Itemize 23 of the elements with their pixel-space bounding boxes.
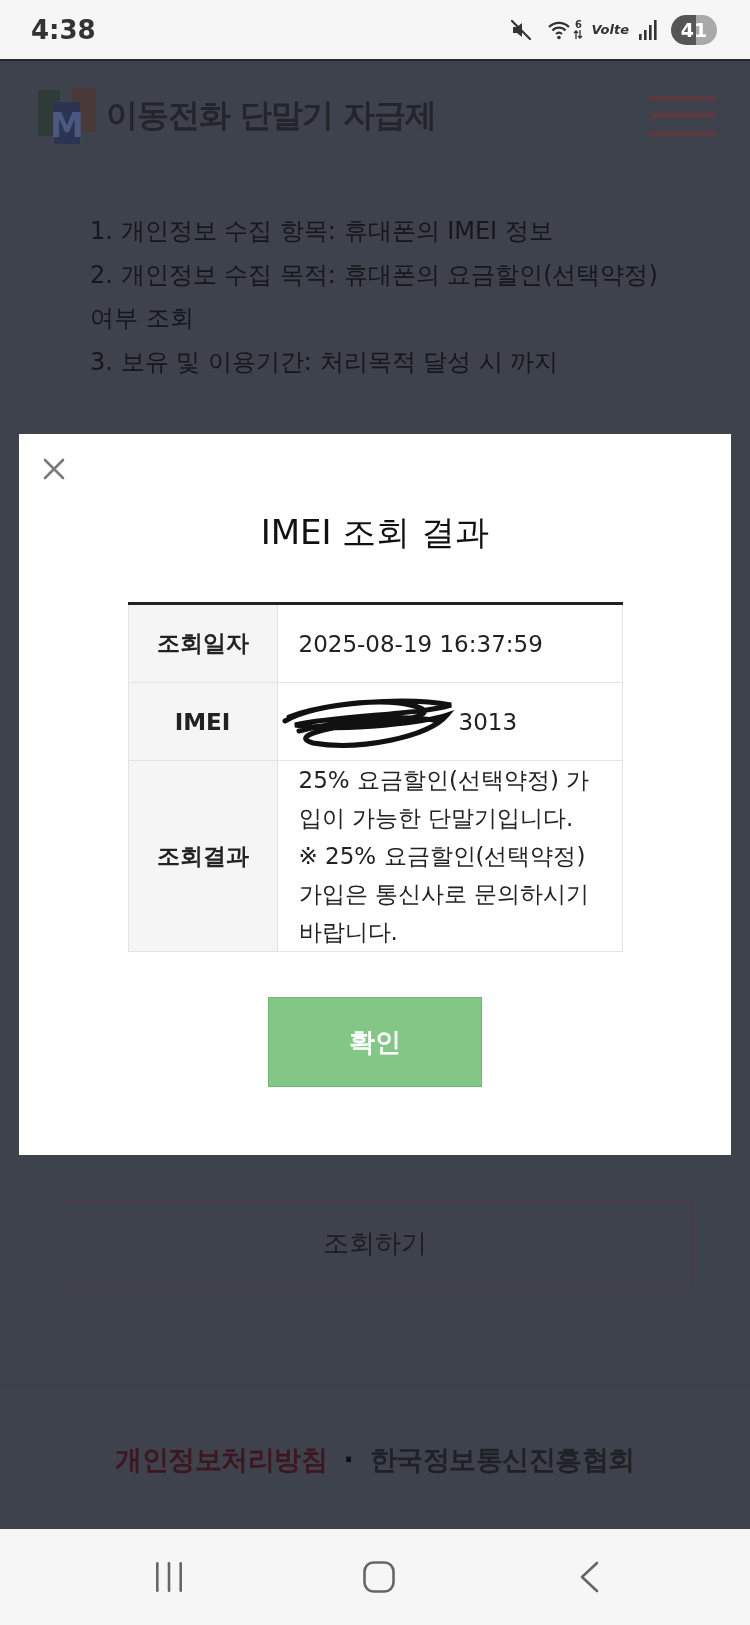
status-time: 4:38 (31, 14, 96, 45)
table-cell: 2025-08-19 16:37:59 (277, 603, 622, 683)
dialog-title: IMEI 조회 결과 (260, 512, 490, 552)
back-icon[interactable] (579, 1561, 599, 1593)
table-header-cell: 조회일자 (128, 603, 277, 683)
table-header-cell: IMEI (128, 682, 277, 761)
volte-label: Volte (591, 22, 629, 37)
imei-value: 3013 (458, 707, 518, 737)
close-icon (43, 458, 65, 480)
signal-icon (639, 19, 657, 40)
recent-apps-icon[interactable] (155, 1562, 183, 1592)
wifi-icon (547, 19, 572, 40)
site-logo[interactable]: M (38, 87, 96, 144)
confirm-button[interactable]: 확인 (268, 997, 482, 1087)
wifi-standard-label: 6 (574, 20, 582, 30)
home-icon[interactable] (363, 1561, 395, 1593)
mute-icon (511, 19, 532, 40)
battery-indicator: 41 (671, 14, 717, 45)
footer-separator: · (343, 1442, 354, 1478)
data-arrows-icon (573, 30, 584, 39)
close-button[interactable] (43, 458, 65, 480)
table-header-cell: 조회결과 (128, 760, 277, 952)
table-cell: 25% 요금할인(선택약정) 가입이 가능한 단말기입니다. ※ 25% 요금할인(선택약정) 가입은 통신사로 문의하시기 바랍니다. (277, 760, 622, 952)
